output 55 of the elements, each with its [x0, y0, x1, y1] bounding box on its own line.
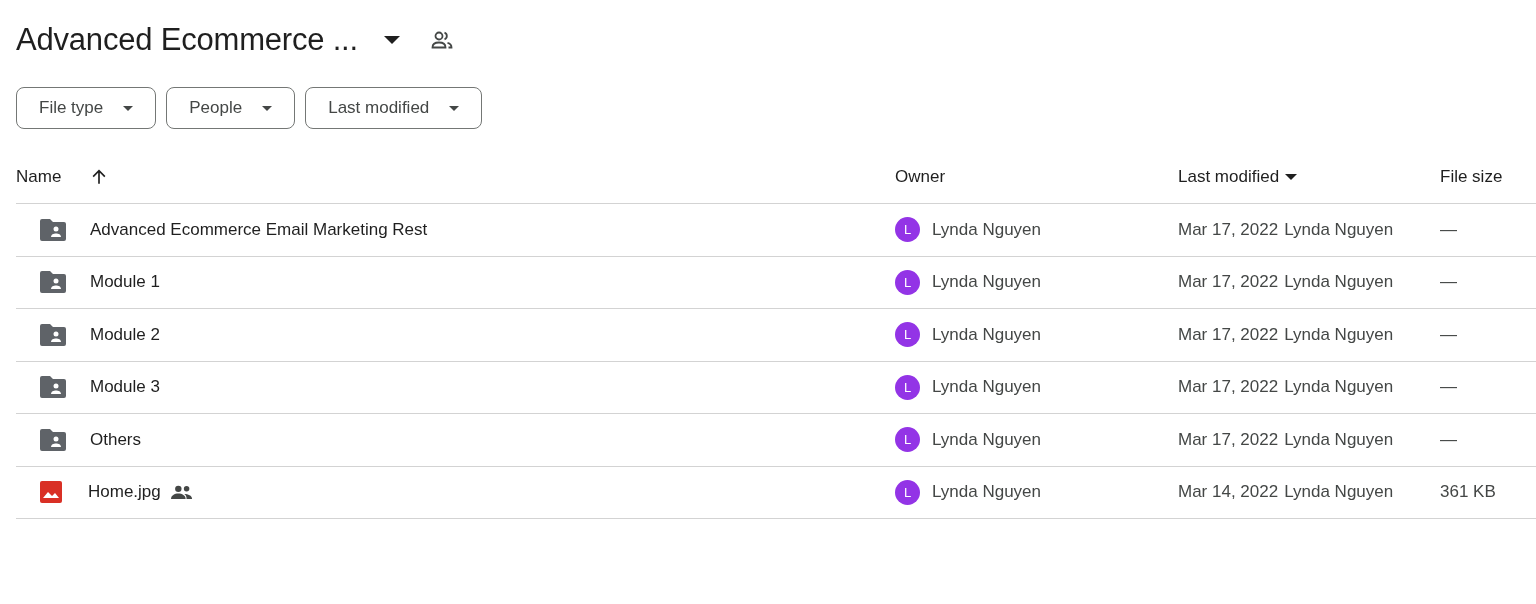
- modified-date: Mar 17, 2022: [1178, 429, 1279, 450]
- file-size: —: [1440, 377, 1457, 398]
- shared-folder-icon: [40, 323, 66, 346]
- shared-folder-icon: [40, 376, 66, 399]
- owner-avatar: L: [895, 322, 920, 348]
- file-size: —: [1440, 324, 1457, 345]
- caret-icon[interactable]: [383, 36, 400, 44]
- modified-by: Lynda Nguyen: [1284, 324, 1394, 345]
- modified-date: Mar 17, 2022: [1178, 324, 1279, 345]
- file-size: —: [1440, 219, 1457, 240]
- shared-folder-icon: [40, 428, 66, 451]
- filter-dropdown[interactable]: File type: [16, 87, 157, 129]
- modified-date: Mar 17, 2022: [1178, 219, 1279, 240]
- owner-name: Lynda Nguyen: [932, 272, 1041, 293]
- owner-avatar: L: [895, 479, 920, 505]
- shared-folder-icon: [40, 271, 66, 294]
- caret-icon: [123, 105, 134, 111]
- owner-avatar: L: [895, 269, 920, 295]
- modified-date: Mar 17, 2022: [1178, 377, 1279, 398]
- column-header[interactable]: File size: [1440, 167, 1503, 187]
- owner-avatar: L: [895, 374, 920, 400]
- owner-avatar: L: [895, 217, 920, 243]
- modified-date: Mar 17, 2022: [1178, 272, 1279, 293]
- file-name[interactable]: Home.jpg: [88, 482, 161, 503]
- file-name[interactable]: Module 1: [90, 272, 160, 293]
- image-file-icon: [40, 481, 62, 504]
- file-name[interactable]: Advanced Ecommerce Email Marketing Rest: [90, 219, 428, 240]
- file-name[interactable]: Module 3: [90, 377, 160, 398]
- modified-by: Lynda Nguyen: [1284, 377, 1394, 398]
- column-header[interactable]: Name: [16, 167, 62, 187]
- modified-by: Lynda Nguyen: [1284, 219, 1394, 240]
- shared-folder-icon: [40, 218, 66, 241]
- file-name[interactable]: Others: [90, 429, 142, 450]
- owner-name: Lynda Nguyen: [932, 219, 1041, 240]
- filter-dropdown[interactable]: People: [166, 87, 296, 129]
- column-header[interactable]: Owner: [895, 167, 946, 187]
- modified-by: Lynda Nguyen: [1284, 482, 1394, 503]
- owner-name: Lynda Nguyen: [932, 324, 1041, 345]
- owner-name: Lynda Nguyen: [932, 429, 1041, 450]
- caret-icon: [449, 105, 460, 111]
- owner-name: Lynda Nguyen: [932, 377, 1041, 398]
- owner-avatar: L: [895, 427, 920, 453]
- file-size: —: [1440, 429, 1457, 450]
- modified-by: Lynda Nguyen: [1284, 272, 1394, 293]
- file-name[interactable]: Module 2: [90, 324, 160, 345]
- column-header[interactable]: Last modified: [1178, 167, 1280, 187]
- file-size: —: [1440, 272, 1457, 293]
- file-size: 361 KB: [1440, 482, 1496, 503]
- sort-caret-icon[interactable]: [1285, 174, 1298, 180]
- filter-dropdown[interactable]: Last modified: [305, 87, 483, 129]
- owner-name: Lynda Nguyen: [932, 482, 1041, 503]
- caret-icon: [262, 105, 273, 111]
- folder-title: Advanced Ecommerce ...: [16, 22, 358, 58]
- modified-date: Mar 14, 2022: [1178, 482, 1279, 503]
- modified-by: Lynda Nguyen: [1284, 429, 1394, 450]
